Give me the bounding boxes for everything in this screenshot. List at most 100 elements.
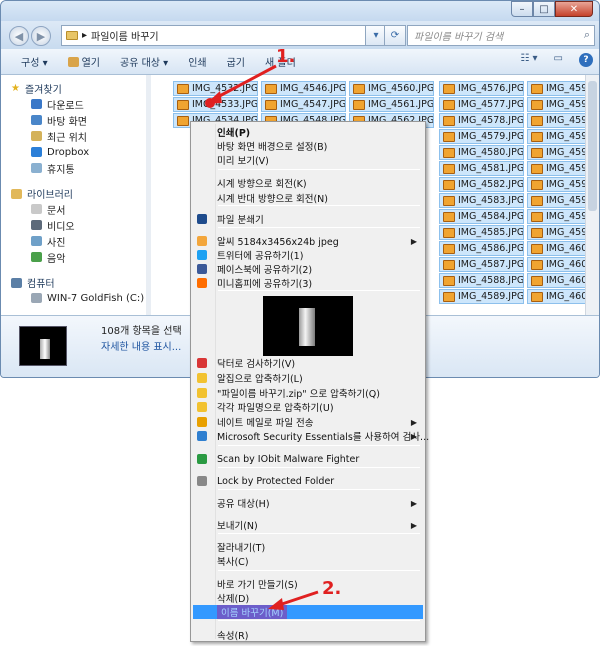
file-item[interactable]: IMG_4601.JPG — [527, 257, 589, 272]
share-with-button[interactable]: 공유 대상 ▾ — [120, 54, 168, 69]
file-item[interactable]: IMG_4547.JPG — [261, 97, 346, 112]
menu-item-rotate-cw[interactable]: 시계 방향으로 회전(K) — [193, 176, 423, 190]
menu-item-protected-folder-lock[interactable]: Lock by Protected Folder — [193, 474, 423, 488]
libraries-group: 라이브러리 문서 비디오 사진 음악 — [1, 186, 150, 265]
file-item[interactable]: IMG_4577.JPG — [439, 97, 524, 112]
file-item[interactable]: IMG_4595.JPG — [527, 161, 589, 176]
file-item[interactable]: IMG_4561.JPG — [349, 97, 434, 112]
menu-item-rotate-ccw[interactable]: 시계 반대 방향으로 회전(N) — [193, 191, 423, 205]
menu-item-alzip-compress[interactable]: 알집으로 압축하기(L) — [193, 371, 423, 385]
menu-item-create-shortcut[interactable]: 바로 가기 만들기(S) — [193, 577, 423, 591]
file-item[interactable]: IMG_4560.JPG — [349, 81, 434, 96]
menu-item-preview[interactable]: 미리 보기(V) — [193, 153, 423, 167]
file-item[interactable]: IMG_4546.JPG — [261, 81, 346, 96]
file-item[interactable]: IMG_4588.JPG — [439, 273, 524, 288]
file-item[interactable]: IMG_4593.JPG — [527, 129, 589, 144]
libraries-header[interactable]: 라이브러리 — [11, 186, 150, 201]
preview-pane-icon[interactable]: ▭ — [554, 53, 563, 67]
menu-item-share-minihompy[interactable]: 미니홈피에 공유하기(3) — [193, 276, 423, 290]
nav-item-documents[interactable]: 문서 — [11, 201, 150, 217]
search-icon[interactable]: ⌕ — [584, 28, 590, 42]
nav-item-recent[interactable]: 최근 위치 — [11, 128, 150, 144]
file-item[interactable]: IMG_4579.JPG — [439, 129, 524, 144]
nav-item-dropbox[interactable]: Dropbox — [11, 144, 150, 160]
menu-item-copy[interactable]: 복사(C) — [193, 554, 423, 568]
back-icon[interactable]: ◀ — [9, 26, 29, 46]
close-button[interactable]: ✕ — [555, 1, 593, 17]
file-item[interactable]: IMG_4578.JPG — [439, 113, 524, 128]
nav-label: 휴지통 — [47, 164, 75, 176]
menu-item-cut[interactable]: 잘라내기(T) — [193, 540, 423, 554]
nav-item-recycle-bin[interactable]: 휴지통 — [11, 160, 150, 176]
menu-item-share-facebook[interactable]: 페이스북에 공유하기(2) — [193, 262, 423, 276]
file-item[interactable]: IMG_4581.JPG — [439, 161, 524, 176]
nav-item-pictures[interactable]: 사진 — [11, 233, 150, 249]
image-preview — [263, 296, 353, 356]
menu-item-delete[interactable]: 삭제(D) — [193, 591, 423, 605]
minimize-button[interactable]: – — [511, 1, 533, 17]
file-item[interactable]: IMG_4594.JPG — [527, 145, 589, 160]
file-item[interactable]: IMG_4589.JPG — [439, 289, 524, 304]
file-item[interactable]: IMG_4597.JPG — [527, 193, 589, 208]
search-input[interactable]: 파일이름 바꾸기 검색 ⌕ — [407, 25, 595, 46]
burn-button[interactable]: 굽기 — [227, 54, 245, 69]
computer-header[interactable]: 컴퓨터 — [11, 275, 150, 290]
file-item[interactable]: IMG_4600.JPG — [527, 241, 589, 256]
show-details-link[interactable]: 자세한 내용 표시... — [101, 340, 182, 356]
menu-item-rename[interactable]: 이름 바꾸기(M) — [193, 605, 423, 619]
menu-item-nate-mail[interactable]: 네이트 메일로 파일 전송 ▶ — [193, 415, 423, 429]
file-item[interactable]: IMG_4602.JPG — [527, 273, 589, 288]
nav-item-drive-c[interactable]: WIN-7 GoldFish (C:) — [11, 290, 150, 306]
file-item[interactable]: IMG_4599.JPG — [527, 225, 589, 240]
menu-item-zip-each[interactable]: 각각 파일명으로 압축하기(U) — [193, 400, 423, 414]
menu-item-send-to[interactable]: 보내기(N) ▶ — [193, 518, 423, 533]
file-item[interactable]: IMG_4583.JPG — [439, 193, 524, 208]
refresh-icon[interactable]: ⟳ — [384, 25, 406, 46]
maximize-button[interactable]: □ — [533, 1, 555, 17]
menu-item-doctor-scan[interactable]: 닥터로 검사하기(V) — [193, 356, 423, 370]
menu-item-properties[interactable]: 속성(R) — [193, 628, 423, 642]
file-item[interactable]: IMG_4591.JPG — [527, 97, 589, 112]
view-options-icon[interactable]: ☷ ▾ — [520, 53, 537, 67]
menu-item-set-wallpaper[interactable]: 바탕 화면 배경으로 설정(B) — [193, 139, 423, 153]
forward-icon[interactable]: ▶ — [31, 26, 51, 46]
menu-item-mse-scan[interactable]: Microsoft Security Essentials를 사용하여 검사..… — [193, 429, 429, 443]
file-item[interactable]: IMG_4586.JPG — [439, 241, 524, 256]
file-item[interactable]: IMG_4598.JPG — [527, 209, 589, 224]
menu-item-label: 시계 반대 방향으로 회전(N) — [217, 194, 328, 205]
file-list-scrollbar[interactable] — [585, 75, 599, 315]
nav-item-desktop[interactable]: 바탕 화면 — [11, 112, 150, 128]
file-item[interactable]: IMG_4592.JPG — [527, 113, 589, 128]
file-item[interactable]: IMG_4532.JPG — [173, 81, 258, 96]
menu-item-share-with[interactable]: 공유 대상(H) ▶ — [193, 496, 423, 511]
file-item[interactable]: IMG_4603.JPG — [527, 289, 589, 304]
file-item[interactable]: IMG_4584.JPG — [439, 209, 524, 224]
menu-item-print[interactable]: 인쇄(P) — [193, 125, 423, 139]
file-item[interactable]: IMG_4585.JPG — [439, 225, 524, 240]
breadcrumb-folder[interactable]: 파일이름 바꾸기 — [91, 28, 159, 43]
help-icon[interactable]: ? — [579, 53, 593, 67]
nav-item-music[interactable]: 음악 — [11, 249, 150, 265]
open-button[interactable]: 열기 — [67, 54, 100, 69]
scroll-thumb[interactable] — [588, 81, 597, 211]
file-item[interactable]: IMG_4576.JPG — [439, 81, 524, 96]
jpg-file-icon — [443, 115, 455, 126]
file-item[interactable]: IMG_4590.JPG — [527, 81, 589, 96]
menu-item-iobit-scan[interactable]: Scan by IObit Malware Fighter — [193, 452, 423, 466]
file-item[interactable]: IMG_4533.JPG — [173, 97, 258, 112]
file-item[interactable]: IMG_4582.JPG — [439, 177, 524, 192]
file-item[interactable]: IMG_4587.JPG — [439, 257, 524, 272]
menu-item-file-shredder[interactable]: 파일 분쇄기 — [193, 212, 423, 226]
menu-item-share-twitter[interactable]: 트위터에 공유하기(1) — [193, 248, 423, 262]
file-item[interactable]: IMG_4580.JPG — [439, 145, 524, 160]
organize-button[interactable]: 구성 ▾ — [21, 54, 48, 69]
nav-item-videos[interactable]: 비디오 — [11, 217, 150, 233]
file-item[interactable]: IMG_4596.JPG — [527, 177, 589, 192]
menu-item-zip-compress[interactable]: "파일이름 바꾸기.zip" 으로 압축하기(Q) — [193, 386, 423, 400]
menu-item-alsee-info[interactable]: 알씨 5184x3456x24b jpeg ▶ — [193, 234, 423, 248]
favorites-header[interactable]: ★ 즐겨찾기 — [11, 81, 150, 96]
menu-separator — [218, 489, 420, 490]
print-button[interactable]: 인쇄 — [188, 54, 206, 69]
address-box[interactable]: ▸ 파일이름 바꾸기 — [61, 25, 381, 46]
nav-item-downloads[interactable]: 다운로드 — [11, 96, 150, 112]
